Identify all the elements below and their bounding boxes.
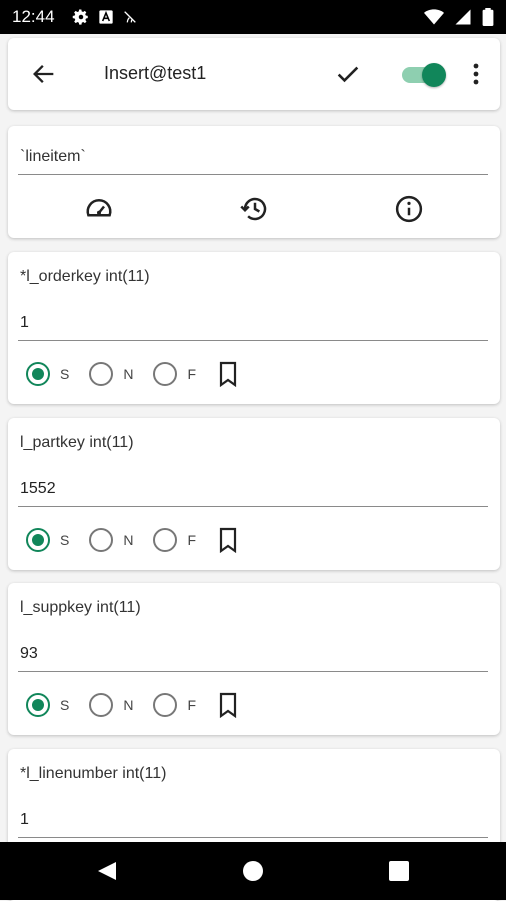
field-value-input[interactable]: 93: [20, 645, 38, 663]
status-bar: 12:44: [0, 0, 506, 34]
bookmark-icon[interactable]: [216, 361, 240, 387]
page-title: Insert@test1: [104, 63, 207, 83]
check-icon: [337, 66, 359, 83]
table-card: `lineitem`: [8, 126, 500, 238]
field-underline: [18, 837, 488, 838]
field-card-partkey: l_partkey int(11) 1552 S N F: [8, 418, 500, 570]
radio-option-f[interactable]: F: [153, 693, 196, 717]
radio-button[interactable]: [153, 362, 178, 386]
toggle-thumb: [422, 63, 446, 87]
field-label: *l_linenumber int(11): [20, 765, 167, 782]
navigation-bar: [0, 842, 506, 900]
radio-label: S: [60, 532, 70, 548]
radio-option-n[interactable]: N: [89, 693, 133, 717]
history-button[interactable]: [240, 194, 270, 224]
field-label: *l_orderkey int(11): [20, 268, 150, 285]
field-value-input[interactable]: 1552: [20, 480, 56, 498]
wifi-icon: [424, 9, 444, 25]
field-value-input[interactable]: 1: [20, 314, 29, 332]
table-name-underline: [18, 174, 488, 175]
app-bar: Insert@test1: [8, 38, 500, 110]
info-icon: [395, 195, 423, 223]
value-mode-group: S N F: [26, 690, 240, 720]
radio-button[interactable]: [153, 528, 178, 552]
field-card-orderkey: *l_orderkey int(11) 1 S N F: [8, 252, 500, 404]
more-vert-icon: [473, 63, 479, 85]
speedometer-icon: [86, 199, 112, 217]
field-underline: [18, 340, 488, 341]
back-button[interactable]: [30, 60, 58, 88]
status-time: 12:44: [12, 7, 55, 26]
radio-option-n[interactable]: N: [89, 528, 133, 552]
radio-button-checked[interactable]: [26, 362, 50, 386]
speedometer-button[interactable]: [84, 194, 114, 224]
field-label: l_suppkey int(11): [20, 599, 141, 616]
bookmark-icon[interactable]: [216, 692, 240, 718]
field-value-input[interactable]: 1: [20, 811, 29, 829]
battery-icon: [482, 8, 494, 26]
radio-option-s[interactable]: S: [26, 693, 69, 717]
radio-label: F: [187, 366, 197, 382]
no-signal-icon: [124, 11, 136, 23]
field-underline: [18, 506, 488, 507]
radio-option-n[interactable]: N: [89, 362, 133, 386]
value-mode-group: S N F: [26, 525, 240, 555]
radio-label: F: [187, 532, 197, 548]
radio-button[interactable]: [89, 693, 114, 717]
field-card-suppkey: l_suppkey int(11) 93 S N F: [8, 583, 500, 735]
radio-label: S: [60, 697, 70, 713]
history-icon: [240, 197, 267, 221]
settings-icon: [72, 9, 88, 25]
radio-button-checked[interactable]: [26, 693, 50, 717]
arrow-back-icon: [33, 65, 54, 83]
radio-label: S: [60, 366, 70, 382]
nav-back-icon[interactable]: [96, 860, 118, 882]
radio-option-f[interactable]: F: [153, 362, 196, 386]
radio-button[interactable]: [89, 362, 114, 386]
radio-button[interactable]: [153, 693, 178, 717]
radio-label: N: [123, 366, 134, 382]
nav-recents-icon[interactable]: [389, 861, 409, 881]
field-label: l_partkey int(11): [20, 434, 134, 451]
radio-label: N: [123, 697, 134, 713]
radio-label: F: [187, 697, 197, 713]
radio-button-checked[interactable]: [26, 528, 50, 552]
radio-button[interactable]: [89, 528, 114, 552]
radio-option-f[interactable]: F: [153, 528, 196, 552]
field-underline: [18, 671, 488, 672]
radio-option-s[interactable]: S: [26, 362, 69, 386]
more-options-button[interactable]: [466, 60, 486, 88]
bookmark-icon[interactable]: [216, 527, 240, 553]
font-icon: [99, 10, 113, 24]
nav-home-icon[interactable]: [243, 861, 263, 881]
value-mode-group: S N F: [26, 359, 240, 389]
confirm-button[interactable]: [334, 60, 362, 88]
radio-option-s[interactable]: S: [26, 528, 69, 552]
cell-signal-icon: [455, 9, 471, 25]
mode-toggle[interactable]: [398, 62, 448, 88]
info-button[interactable]: [394, 194, 424, 224]
table-name: `lineitem`: [20, 148, 86, 165]
radio-label: N: [123, 532, 134, 548]
